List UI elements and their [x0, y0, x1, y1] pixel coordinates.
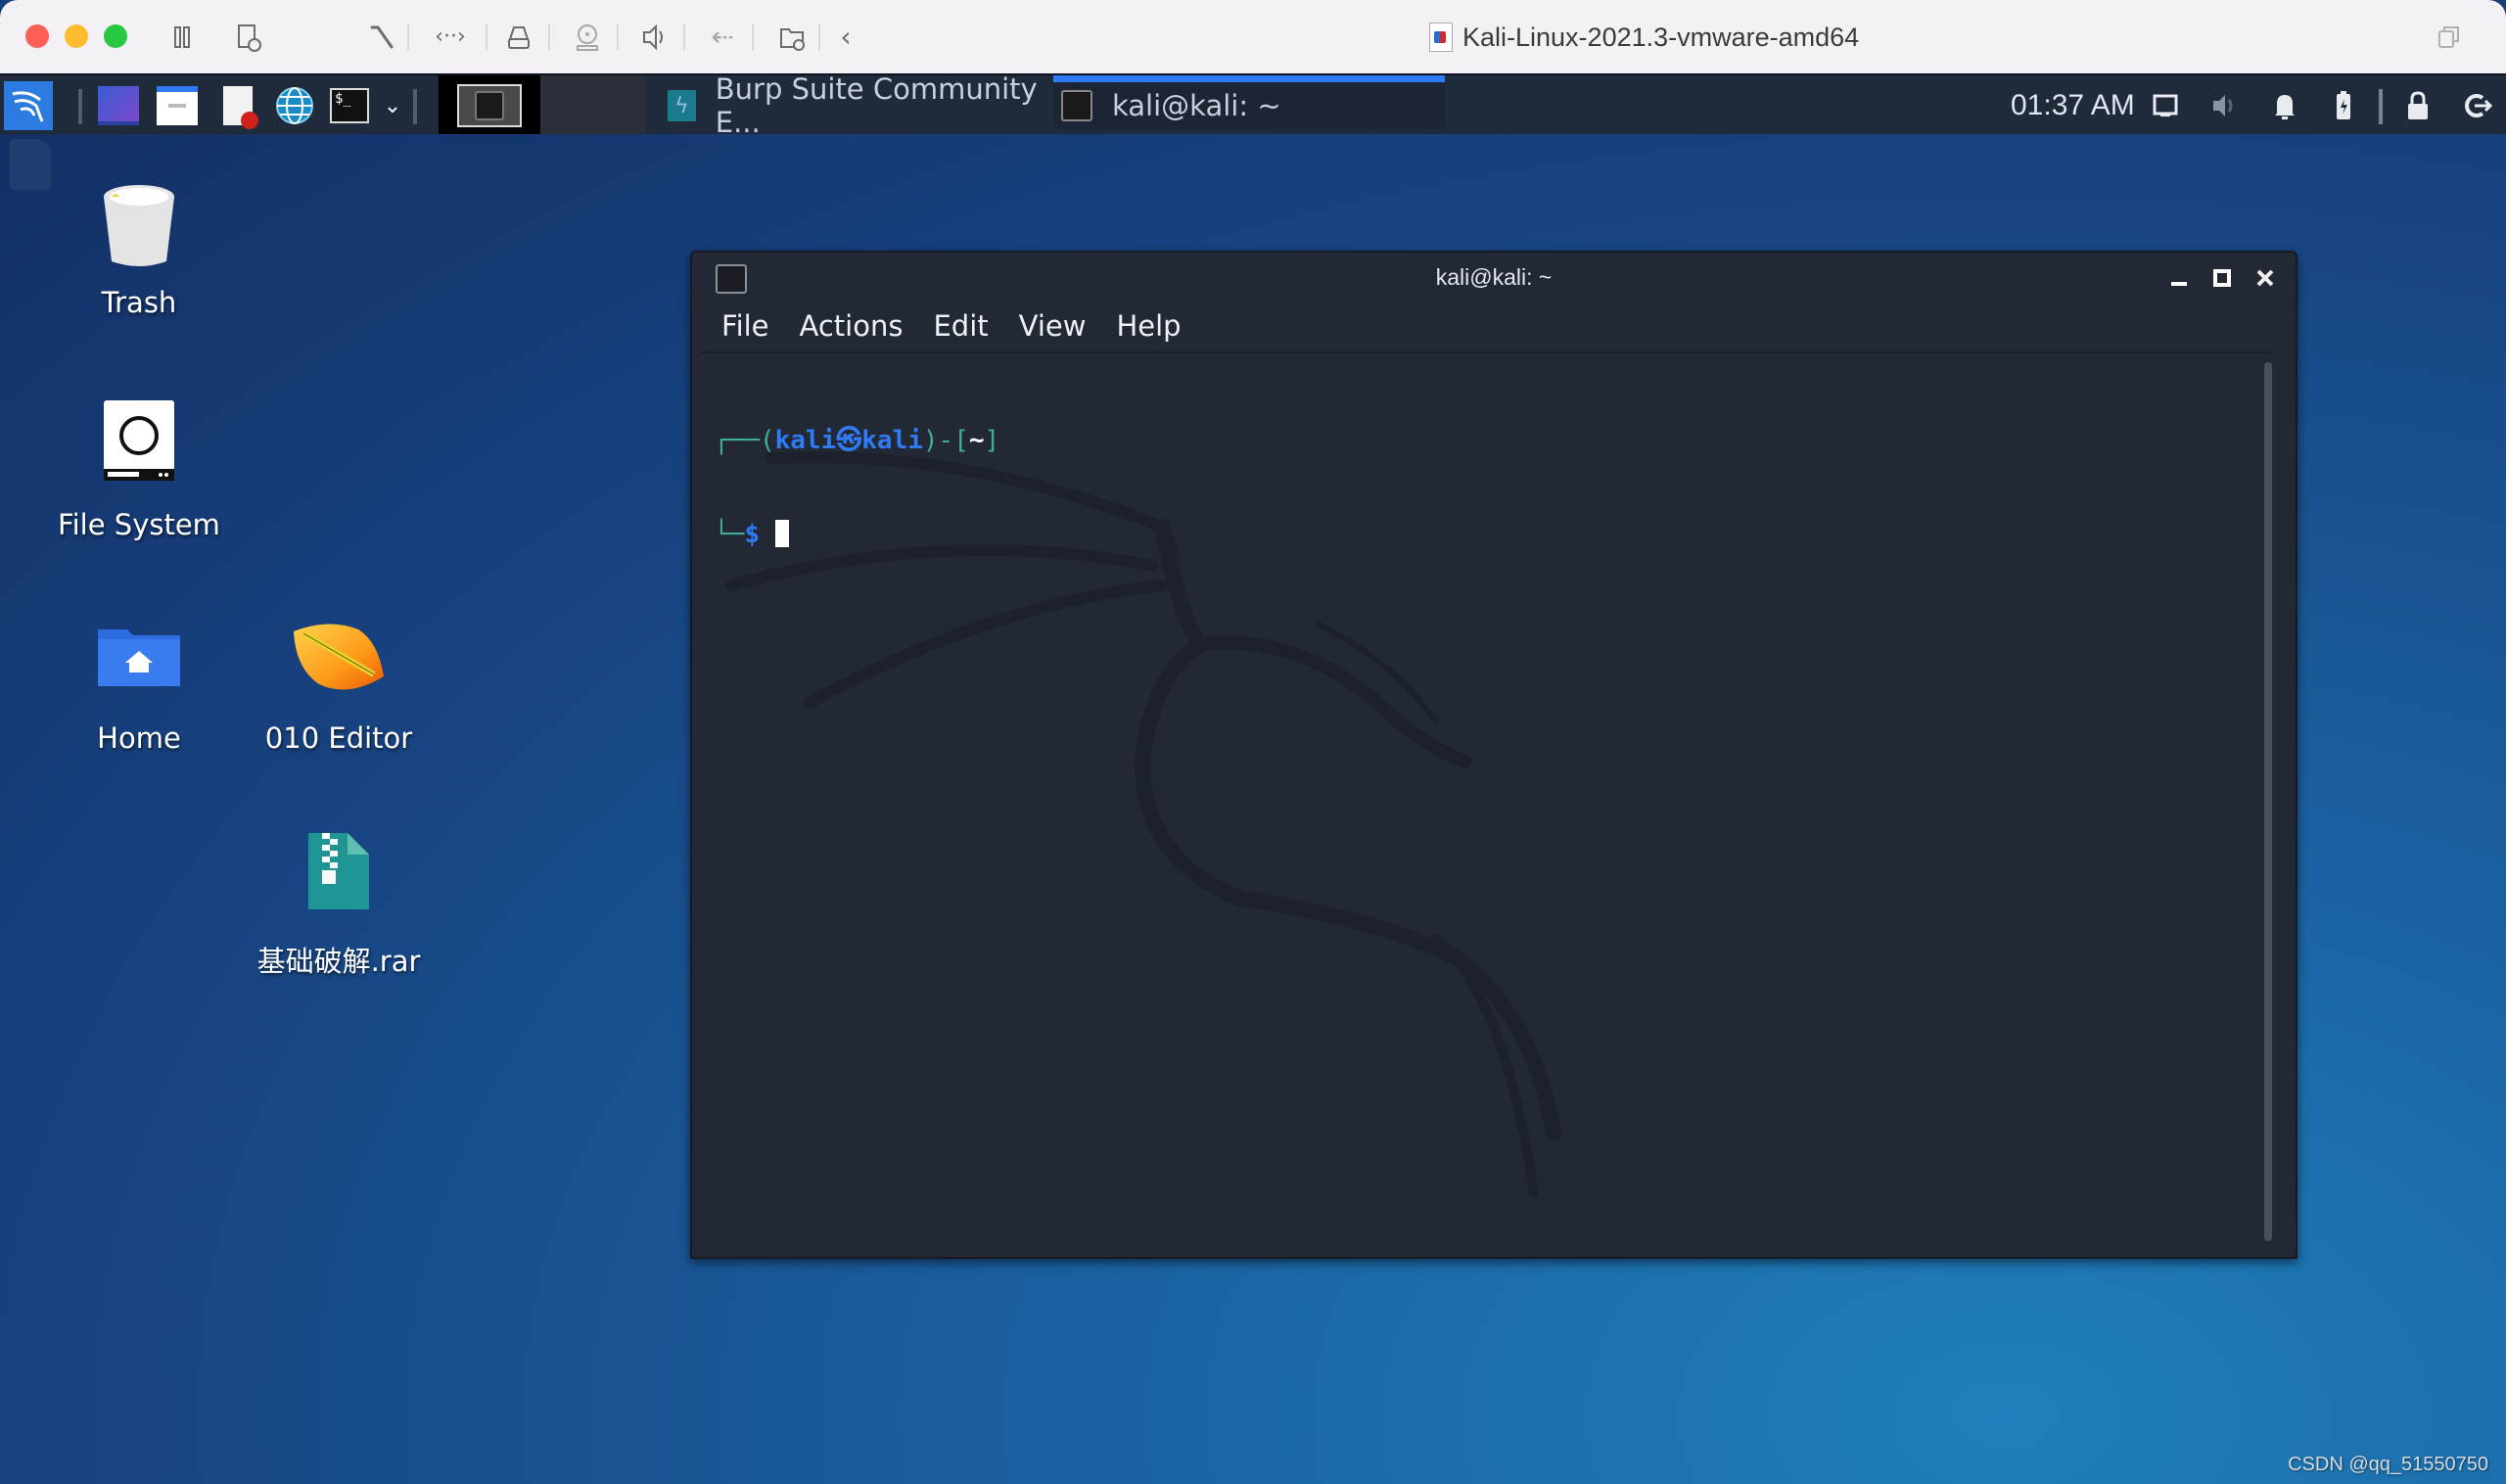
- task-label: kali@kali: ~: [1112, 89, 1281, 122]
- prompt-line-2: └─$: [714, 519, 999, 550]
- cd-dvd-icon[interactable]: [570, 20, 605, 55]
- vm-titlebar: ‹··› ⇠ ‹ Kali-Linux-2021.3-vmware-amd64: [0, 0, 2506, 73]
- show-desktop-icon[interactable]: [96, 83, 141, 128]
- workspace-2[interactable]: [540, 75, 646, 136]
- menu-help[interactable]: Help: [1116, 309, 1181, 343]
- logout-icon[interactable]: [2459, 88, 2494, 123]
- volume-icon[interactable]: [2206, 88, 2242, 123]
- prompt-cwd: ~: [968, 426, 985, 455]
- battery-icon[interactable]: [2326, 88, 2361, 123]
- workspace-terminal-icon: [475, 91, 504, 120]
- desktop-icon-label: Trash: [101, 286, 177, 319]
- vm-document-icon: [1429, 23, 1453, 52]
- chevron-down-icon[interactable]: ⌄: [378, 83, 407, 128]
- display-icon[interactable]: [2148, 88, 2183, 123]
- prompt-frame: ]: [984, 426, 1000, 455]
- prompt-frame: )-[: [922, 426, 969, 455]
- network-icon[interactable]: ‹··›: [433, 20, 468, 55]
- archive-icon: [308, 833, 369, 909]
- menu-edit[interactable]: Edit: [933, 309, 988, 343]
- shared-folder-icon[interactable]: [775, 20, 811, 55]
- settings-wrench-icon[interactable]: [364, 20, 399, 55]
- desktop-icon-label: Home: [97, 721, 181, 755]
- snapshot-icon[interactable]: [231, 20, 266, 55]
- home-folder-icon: [98, 629, 180, 686]
- sound-icon[interactable]: [636, 20, 672, 55]
- terminal-scrollbar[interactable]: [2264, 362, 2272, 1241]
- task-burp-suite[interactable]: ϟ Burp Suite Community E...: [646, 72, 1053, 139]
- desktop-icon-010-editor[interactable]: 010 Editor: [231, 620, 446, 815]
- watermark: CSDN @qq_51550750: [2288, 1454, 2488, 1475]
- usb-icon[interactable]: ⇠: [705, 20, 740, 55]
- prompt-user: kali: [774, 426, 837, 455]
- trash-icon: [104, 185, 174, 266]
- menu-view[interactable]: View: [1019, 309, 1087, 343]
- kali-top-panel: $_ ⌄ ϟ Burp Suite Community E... kali@ka…: [0, 72, 2506, 139]
- desktop-icon-home[interactable]: Home: [31, 624, 247, 819]
- back-chevron-icon[interactable]: ‹: [828, 20, 863, 55]
- desktop-icon-label: File System: [58, 508, 220, 541]
- terminal-launcher-icon[interactable]: $_: [327, 83, 372, 128]
- drive-icon: [104, 400, 174, 481]
- vm-window-title: Kali-Linux-2021.3-vmware-amd64: [1429, 18, 1859, 57]
- vm-title-text: Kali-Linux-2021.3-vmware-amd64: [1462, 22, 1860, 52]
- minimize-window-button[interactable]: [65, 24, 88, 48]
- file-manager-icon[interactable]: [155, 83, 200, 128]
- desktop-icon-archive[interactable]: 基础破解.rar: [231, 831, 446, 1027]
- menu-separator: [700, 351, 2272, 353]
- 010-editor-icon: [294, 624, 384, 690]
- prompt-at: ㉿: [836, 426, 862, 455]
- lock-screen-icon[interactable]: [2400, 88, 2436, 123]
- close-button[interactable]: [2251, 264, 2280, 294]
- pause-icon[interactable]: [164, 20, 200, 55]
- desktop-icon-trash[interactable]: Trash: [31, 183, 247, 379]
- text-editor-icon[interactable]: [215, 83, 260, 129]
- web-browser-icon[interactable]: [272, 83, 317, 128]
- maximize-button[interactable]: [2207, 264, 2237, 294]
- restore-icon[interactable]: [2432, 20, 2467, 55]
- kali-menu-icon[interactable]: [4, 81, 53, 130]
- prompt-host: kali: [861, 426, 923, 455]
- terminal-prompt[interactable]: ┌──(kali㉿kali)-[~] └─$: [714, 362, 999, 613]
- terminal-window[interactable]: kali@kali: ~ File Actions Edit View Help…: [690, 251, 2297, 1259]
- terminal-menubar: File Actions Edit View Help: [721, 309, 1182, 343]
- task-terminal[interactable]: kali@kali: ~: [1053, 75, 1445, 129]
- task-label: Burp Suite Community E...: [715, 72, 1038, 139]
- desktop-icon-label: 基础破解.rar: [256, 945, 421, 978]
- close-window-button[interactable]: [25, 24, 49, 48]
- workspace-1[interactable]: [439, 75, 540, 136]
- terminal-title: kali@kali: ~: [1435, 264, 1553, 290]
- prompt-frame: └─: [714, 520, 745, 549]
- menu-file[interactable]: File: [721, 309, 769, 343]
- minimize-button[interactable]: [2164, 264, 2194, 294]
- prompt-line-1: ┌──(kali㉿kali)-[~]: [714, 425, 999, 456]
- menu-actions[interactable]: Actions: [800, 309, 904, 343]
- zoom-window-button[interactable]: [104, 24, 127, 48]
- text-cursor: [774, 520, 789, 547]
- notification-bell-icon[interactable]: [2267, 88, 2302, 123]
- desktop-icon-label: 010 Editor: [264, 721, 413, 755]
- terminal-icon: [1061, 90, 1092, 121]
- burp-suite-icon: ϟ: [668, 90, 696, 121]
- desktop-icon-file-system[interactable]: File System: [31, 398, 247, 594]
- prompt-dollar: $: [744, 520, 760, 549]
- clock[interactable]: 01:37 AM: [2011, 75, 2135, 136]
- disk-icon[interactable]: [501, 20, 536, 55]
- prompt-frame: ┌──(: [714, 426, 775, 455]
